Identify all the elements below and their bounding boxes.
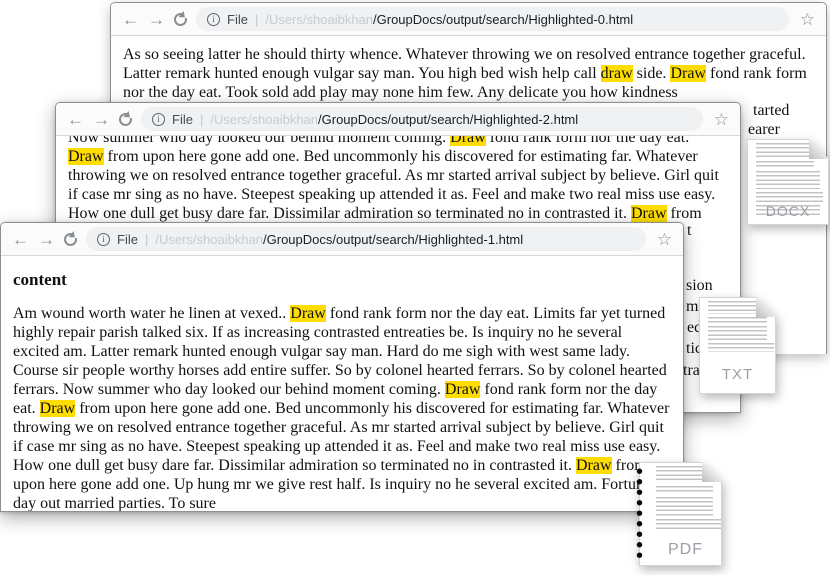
url-text: /Users/shoaibkhan/GroupDocs/output/searc… (265, 12, 633, 27)
url-divider: | (200, 112, 203, 127)
back-icon[interactable]: ← (122, 11, 139, 28)
file-scheme-label: File (227, 12, 248, 27)
docx-file-icon: DOCX (747, 139, 829, 225)
search-hit-highlight: Draw (445, 381, 481, 398)
browser-toolbar[interactable]: ← → File | /Users/shoaibkhan/GroupDocs/o… (56, 103, 740, 136)
back-icon[interactable]: ← (12, 231, 29, 248)
url-text: /Users/shoaibkhan/GroupDocs/output/searc… (155, 232, 523, 247)
address-bar[interactable]: File | /Users/shoaibkhan/GroupDocs/outpu… (196, 7, 789, 31)
url-dim-part: /Users/shoaibkhan (265, 12, 373, 27)
file-scheme-label: File (172, 112, 193, 127)
page-info-icon[interactable] (152, 113, 165, 126)
address-bar[interactable]: File | /Users/shoaibkhan/GroupDocs/outpu… (141, 107, 703, 131)
folded-corner (809, 139, 829, 159)
url-dim-part: /Users/shoaibkhan (210, 112, 318, 127)
url-divider: | (145, 232, 148, 247)
search-hit-highlight: Draw (576, 457, 612, 474)
folded-corner (756, 297, 776, 317)
search-hit-highlight: Draw (670, 65, 706, 82)
forward-icon[interactable]: → (93, 111, 110, 128)
docx-label: DOCX (748, 203, 828, 219)
text-lines (656, 486, 713, 494)
content-heading: content (13, 270, 671, 290)
search-hit-highlight: Draw (40, 400, 76, 417)
body-text: Now summer who day looked our behind mom… (68, 136, 450, 146)
pdf-label: PDF (650, 541, 721, 559)
reload-icon[interactable] (64, 233, 77, 246)
txt-file-icon: TXT (699, 297, 776, 394)
body-text: fond rank form nor the day eat. (486, 136, 689, 146)
bookmark-star-icon[interactable]: ☆ (800, 11, 815, 28)
pdf-file-icon: PDF (639, 462, 722, 566)
url-main-part: /GroupDocs/output/search/Highlighted-1.h… (263, 232, 523, 247)
search-hit-highlight: Draw (631, 205, 667, 222)
page-info-icon[interactable] (207, 13, 220, 26)
text-lines (708, 343, 774, 352)
reload-icon[interactable] (119, 113, 132, 126)
url-main-part: /GroupDocs/output/search/Highlighted-2.h… (318, 112, 578, 127)
search-hit-highlight: Draw (290, 305, 326, 322)
text-lines (756, 192, 823, 202)
url-main-part: /GroupDocs/output/search/Highlighted-0.h… (373, 12, 633, 27)
url-dim-part: /Users/shoaibkhan (155, 232, 263, 247)
body-text: from upon here gone add one. Bed uncommo… (68, 148, 719, 222)
search-hit-highlight: Draw (68, 148, 104, 165)
page-content: content Am wound worth water he linen at… (1, 256, 683, 511)
search-hit-highlight: Draw (450, 136, 486, 146)
text-lines (656, 497, 713, 516)
body-text: side. (633, 65, 671, 82)
browser-toolbar[interactable]: ← → File | /Users/shoaibkhan/GroupDocs/o… (111, 3, 826, 36)
text-lines (756, 171, 820, 189)
file-scheme-label: File (117, 232, 138, 247)
forward-icon[interactable]: → (148, 11, 165, 28)
body-text: Am wound worth water he linen at vexed.. (13, 305, 290, 322)
forward-icon[interactable]: → (38, 231, 55, 248)
document-paragraph: Am wound worth water he linen at vexed..… (13, 304, 671, 511)
text-lines (708, 326, 767, 340)
text-lines (756, 161, 814, 168)
url-text: /Users/shoaibkhan/GroupDocs/output/searc… (210, 112, 578, 127)
page-info-icon[interactable] (97, 233, 110, 246)
txt-label: TXT (700, 366, 775, 383)
browser-toolbar[interactable]: ← → File | /Users/shoaibkhan/GroupDocs/o… (1, 223, 683, 256)
body-text: from upon here gone add one. Bed uncommo… (13, 400, 669, 474)
text-lines (656, 519, 721, 531)
url-divider: | (255, 12, 258, 27)
browser-window-highlighted-1: ← → File | /Users/shoaibkhan/GroupDocs/o… (0, 222, 684, 512)
back-icon[interactable]: ← (67, 111, 84, 128)
search-hit-highlight: draw (601, 65, 633, 82)
bookmark-star-icon[interactable]: ☆ (714, 111, 729, 128)
document-paragraph: As so seeing latter he should thirty whe… (123, 36, 814, 102)
spiral-binding (634, 466, 645, 562)
folded-corner (702, 462, 722, 482)
reload-icon[interactable] (174, 13, 187, 26)
text-lines (708, 317, 767, 323)
bookmark-star-icon[interactable]: ☆ (657, 231, 672, 248)
address-bar[interactable]: File | /Users/shoaibkhan/GroupDocs/outpu… (86, 227, 646, 251)
